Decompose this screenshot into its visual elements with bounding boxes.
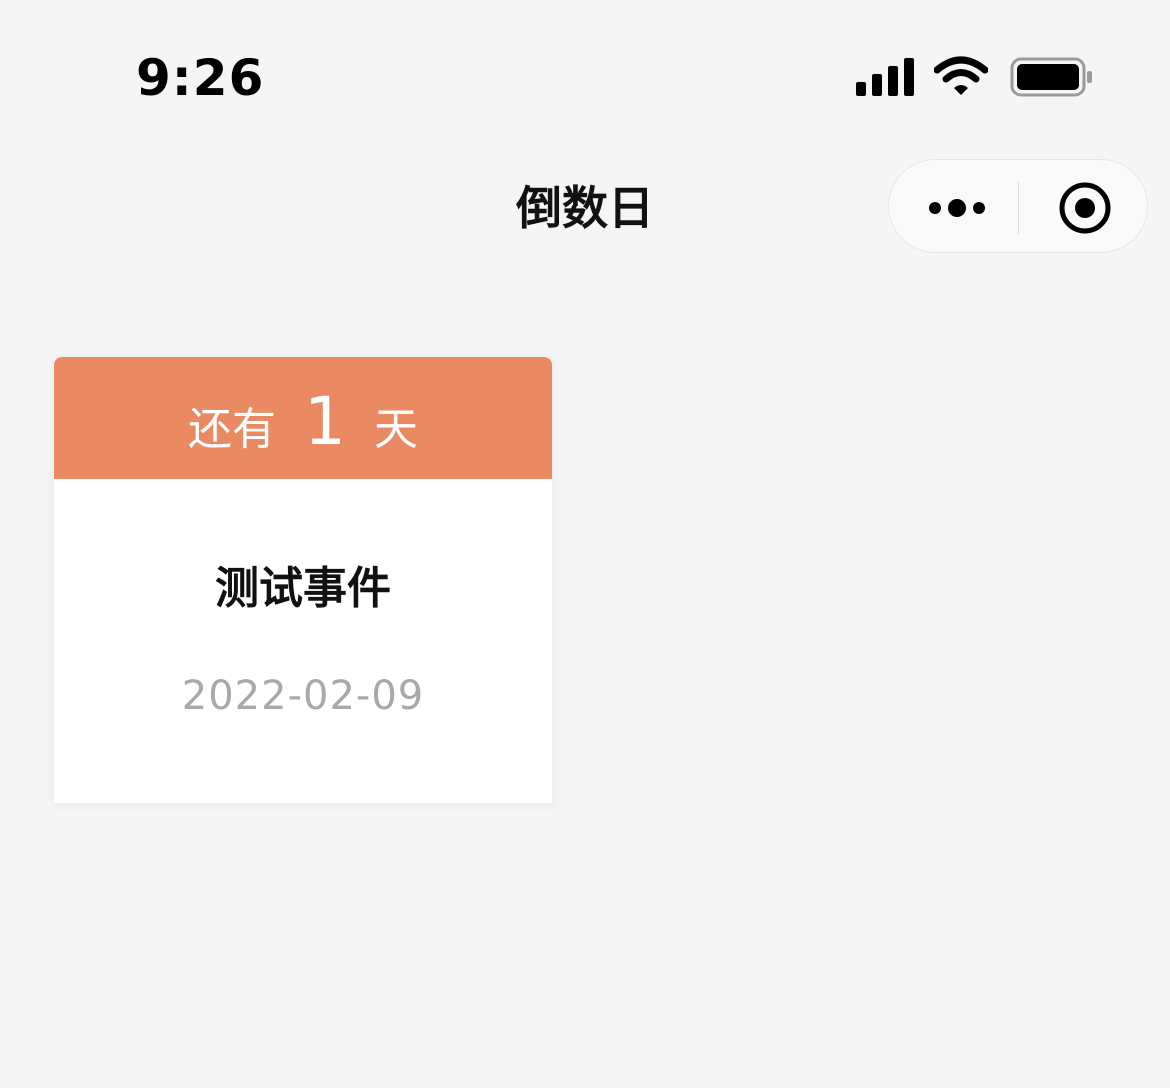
countdown-prefix: 还有 <box>188 404 276 455</box>
wifi-icon <box>934 56 988 95</box>
card-header: 还有 1 天 <box>54 357 552 479</box>
countdown-card[interactable]: 还有 1 天 测试事件 2022-02-09 <box>54 357 552 803</box>
close-target-icon[interactable] <box>1057 180 1113 236</box>
event-date: 2022-02-09 <box>181 673 425 719</box>
countdown-line: 还有 1 天 <box>54 383 552 463</box>
signal-icon <box>856 58 914 96</box>
countdown-suffix: 天 <box>374 404 418 455</box>
more-icon[interactable] <box>925 190 989 226</box>
status-bar: 9:26 <box>0 0 1170 140</box>
capsule-divider <box>1018 182 1019 234</box>
status-time: 9:26 <box>136 49 265 107</box>
event-name: 测试事件 <box>215 563 391 614</box>
nav-bar: 倒数日 <box>0 150 1170 266</box>
countdown-number: 1 <box>304 383 346 460</box>
battery-icon <box>1010 57 1092 97</box>
mini-program-capsule <box>888 159 1148 253</box>
